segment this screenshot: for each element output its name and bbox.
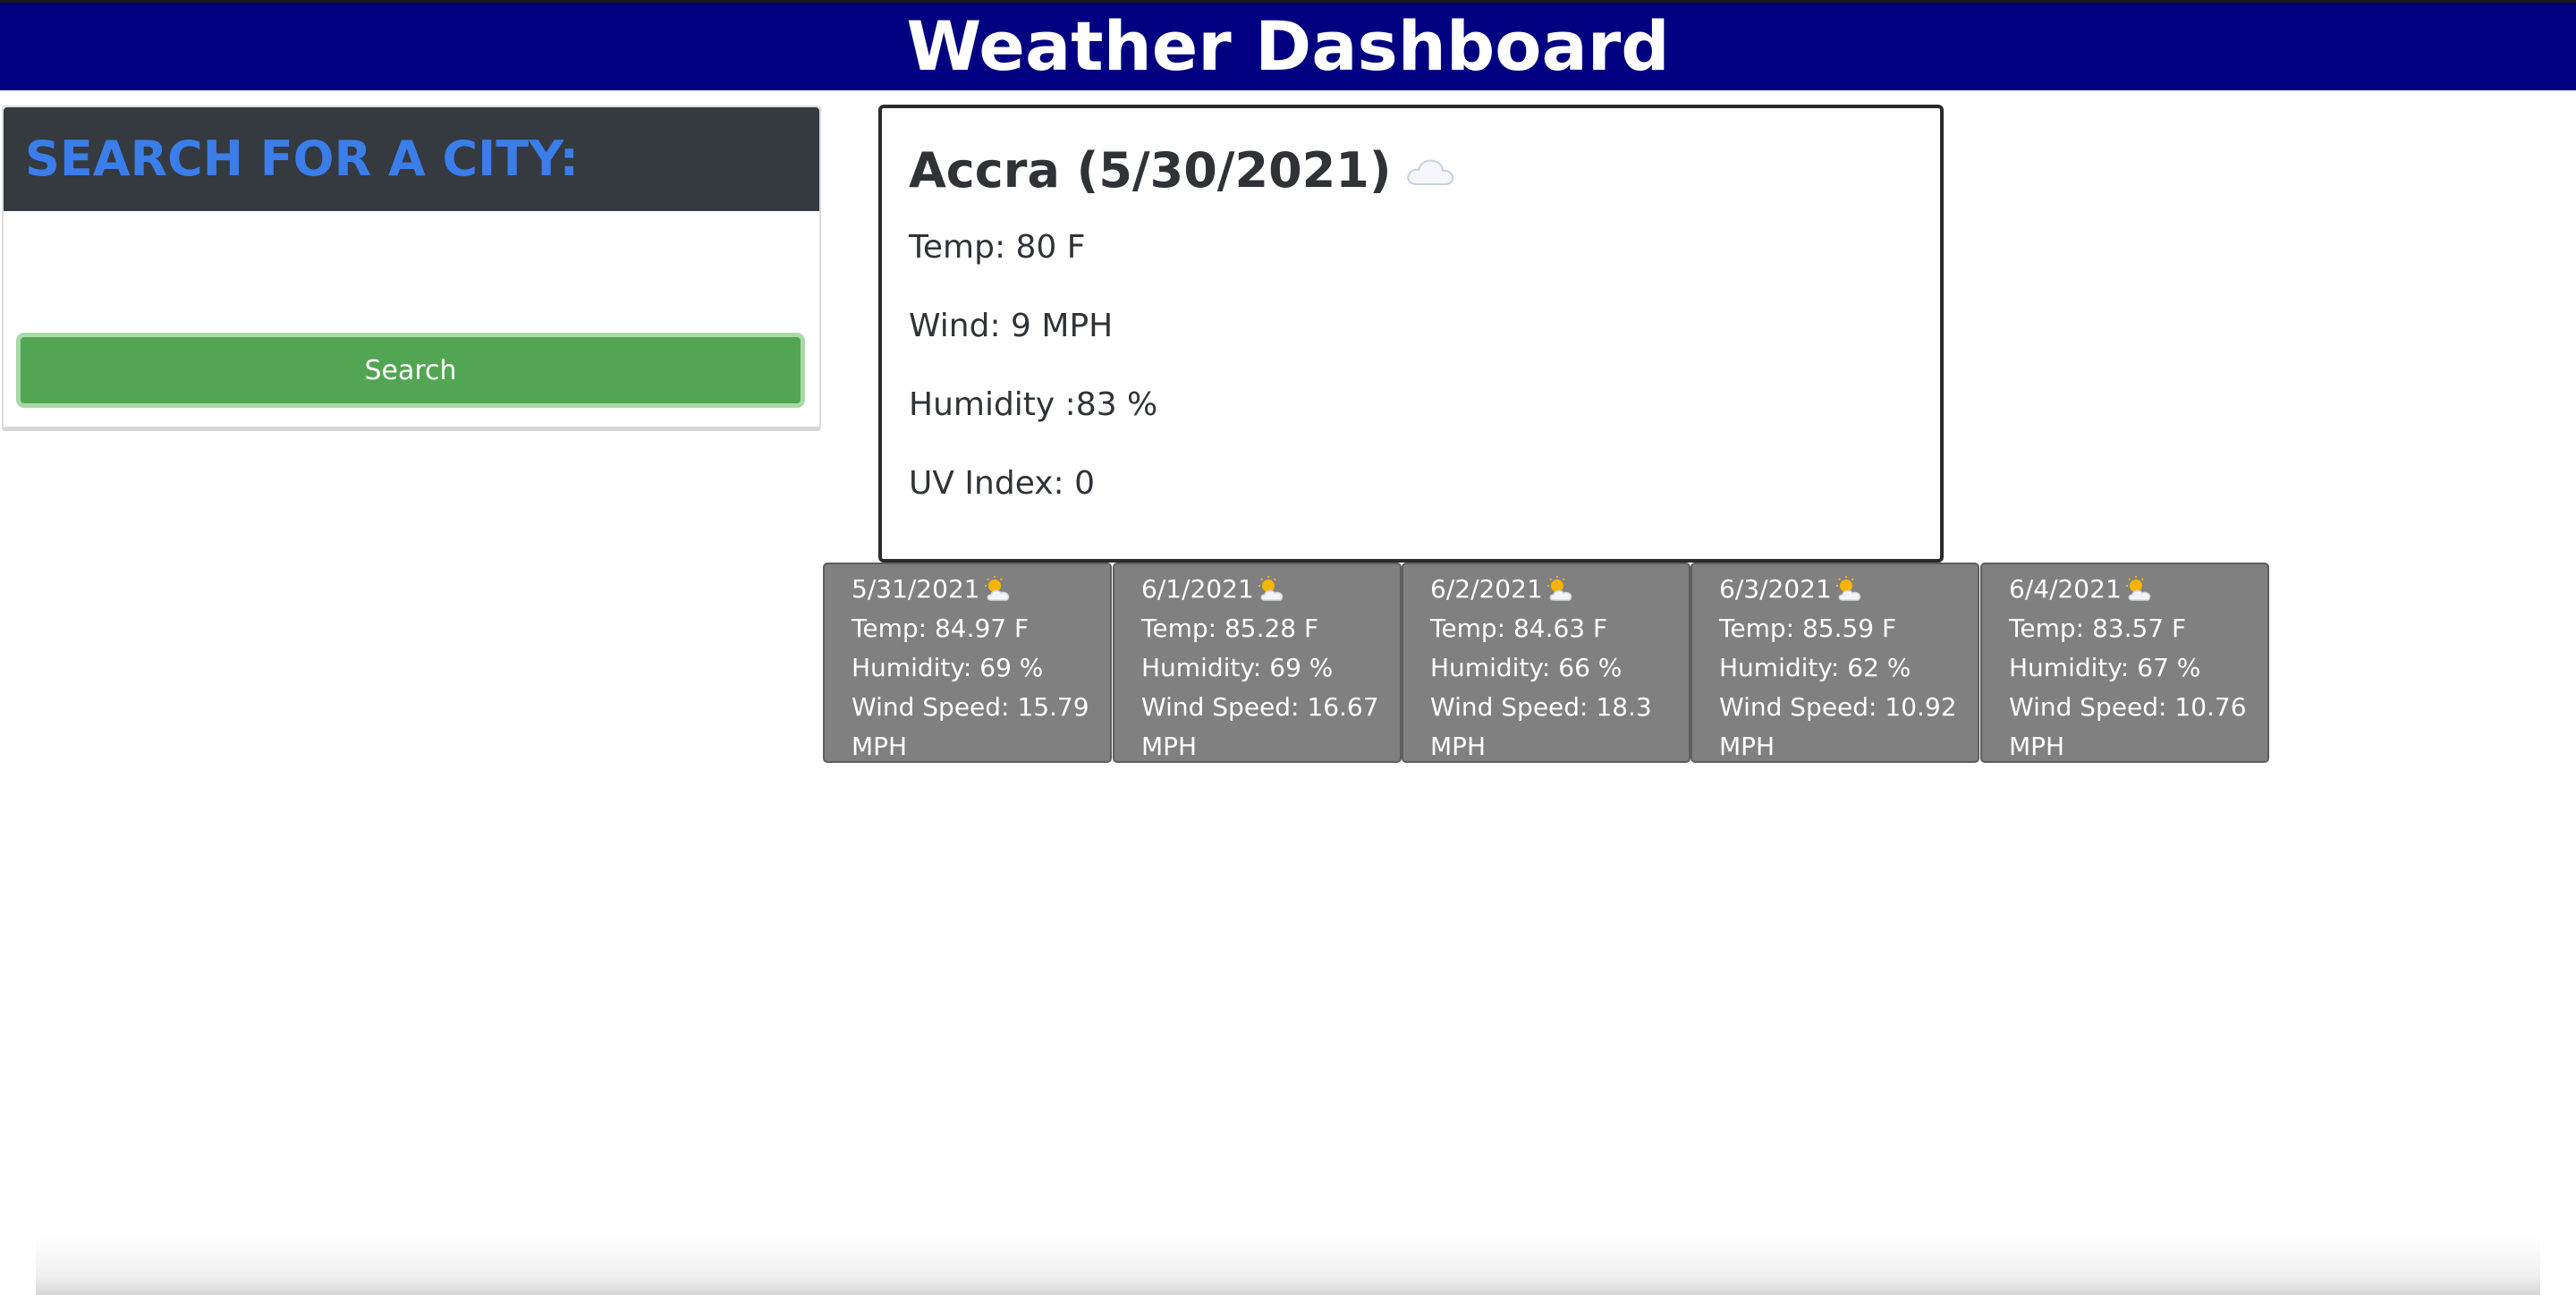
sun-behind-cloud-icon bbox=[1835, 576, 1860, 601]
sun-behind-cloud-icon bbox=[984, 576, 1009, 601]
forecast-date: 6/4/2021 bbox=[2009, 574, 2122, 604]
forecast-wind: Wind Speed: 15.79 MPH bbox=[852, 692, 1089, 761]
forecast-temp: Temp: 84.97 F bbox=[852, 614, 1030, 643]
current-weather-title: Accra (5/30/2021) bbox=[909, 142, 1456, 199]
forecast-humidity: Humidity: 66 % bbox=[1430, 653, 1623, 682]
forecast-card: 6/2/2021 Temp: 84.63 F Humidity: 66 % Wi… bbox=[1402, 563, 1690, 763]
forecast-card: 6/3/2021 Temp: 85.59 F Humidity: 62 % Wi… bbox=[1690, 563, 1979, 763]
forecast-card: 6/1/2021 Temp: 85.28 F Humidity: 69 % Wi… bbox=[1113, 563, 1402, 763]
forecast-card: 6/4/2021 Temp: 83.57 F Humidity: 67 % Wi… bbox=[1980, 563, 2269, 763]
forecast-wind: Wind Speed: 10.92 MPH bbox=[1719, 692, 1957, 761]
forecast-temp: Temp: 85.28 F bbox=[1141, 614, 1319, 643]
current-uv-index: UV Index: 0 bbox=[909, 465, 1096, 502]
sun-behind-cloud-icon bbox=[2125, 576, 2150, 601]
current-temp: Temp: 80 F bbox=[909, 229, 1086, 266]
current-wind: Wind: 9 MPH bbox=[909, 308, 1114, 344]
forecast-wind: Wind Speed: 10.76 MPH bbox=[2009, 692, 2247, 761]
current-weather-card: Accra (5/30/2021) Temp: 80 F Wind: 9 MPH… bbox=[878, 105, 1944, 563]
forecast-card: 5/31/2021 Temp: 84.97 F Humidity: 69 % W… bbox=[823, 563, 1112, 763]
cloud-icon bbox=[1406, 159, 1453, 185]
forecast-date: 5/31/2021 bbox=[852, 574, 980, 604]
sun-behind-cloud-icon bbox=[1258, 576, 1283, 601]
forecast-temp: Temp: 83.57 F bbox=[2009, 614, 2187, 643]
search-button[interactable]: Search bbox=[16, 333, 805, 408]
page-bottom-shadow bbox=[36, 1234, 2540, 1295]
page-title: Weather Dashboard bbox=[906, 6, 1670, 86]
forecast-humidity: Humidity: 62 % bbox=[1719, 653, 1911, 682]
search-panel-header: SEARCH FOR A CITY: bbox=[4, 107, 819, 211]
current-city-date: Accra (5/30/2021) bbox=[909, 142, 1392, 199]
forecast-humidity: Humidity: 69 % bbox=[852, 653, 1044, 682]
search-heading: SEARCH FOR A CITY: bbox=[25, 131, 580, 187]
forecast-date: 6/3/2021 bbox=[1719, 574, 1832, 604]
forecast-date: 6/1/2021 bbox=[1141, 574, 1254, 604]
forecast-humidity: Humidity: 69 % bbox=[1141, 653, 1334, 682]
forecast-wind: Wind Speed: 16.67 MPH bbox=[1141, 692, 1379, 761]
city-search-input[interactable] bbox=[21, 238, 805, 288]
current-humidity: Humidity :83 % bbox=[909, 386, 1158, 423]
forecast-humidity: Humidity: 67 % bbox=[2009, 653, 2201, 682]
forecast-wind: Wind Speed: 18.3 MPH bbox=[1430, 692, 1652, 761]
forecast-temp: Temp: 84.63 F bbox=[1430, 614, 1608, 643]
sun-behind-cloud-icon bbox=[1546, 576, 1572, 601]
page-header: Weather Dashboard bbox=[0, 0, 2576, 90]
forecast-temp: Temp: 85.59 F bbox=[1719, 614, 1897, 643]
forecast-date: 6/2/2021 bbox=[1430, 574, 1543, 604]
